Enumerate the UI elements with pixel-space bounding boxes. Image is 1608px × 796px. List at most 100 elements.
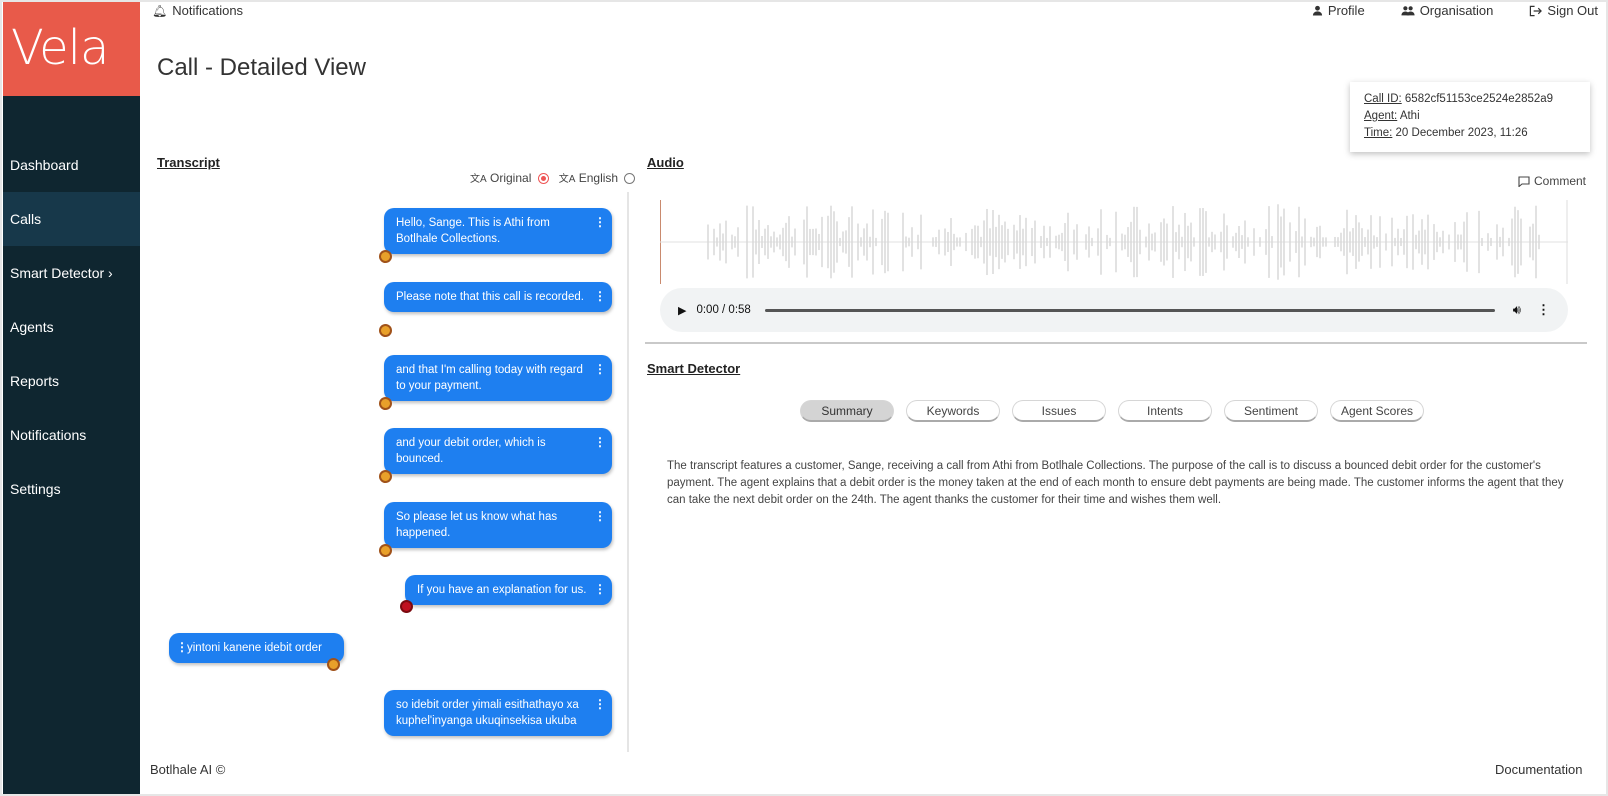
tab-summary[interactable]: Summary bbox=[800, 400, 894, 422]
call-info-card: Call ID: 6582cf51153ce2524e2852a9 Agent:… bbox=[1350, 82, 1590, 152]
sidebar-item-calls[interactable]: Calls bbox=[3, 192, 140, 246]
sidebar-item-settings[interactable]: Settings bbox=[3, 462, 140, 516]
more-options-icon[interactable]: ⋮ bbox=[594, 361, 606, 377]
comment-label: Comment bbox=[1534, 174, 1587, 188]
notifications-link[interactable]: 🔔︎ Notifications bbox=[152, 3, 243, 18]
tab-issues[interactable]: Issues bbox=[1012, 400, 1106, 422]
customer-avatar bbox=[327, 658, 340, 671]
more-options-icon[interactable]: ⋮ bbox=[594, 508, 606, 524]
lang-english-option[interactable]: 文A English bbox=[559, 170, 636, 185]
language-toggle: 文A Original 文A English bbox=[470, 170, 636, 185]
message-bubble[interactable]: Hello, Sange. This is Athi from Botlhale… bbox=[384, 208, 612, 254]
comment-icon bbox=[1518, 175, 1530, 187]
sidebar-item-reports[interactable]: Reports bbox=[3, 354, 140, 408]
time-value: 20 December 2023, 11:26 bbox=[1395, 127, 1528, 139]
more-options-icon[interactable]: ⋮ bbox=[594, 696, 606, 712]
lang-english-radio[interactable] bbox=[624, 173, 636, 185]
message-text: yintoni kanene idebit order bbox=[187, 642, 322, 654]
bell-icon: 🔔︎ bbox=[152, 3, 168, 18]
organisation-label: Organisation bbox=[1419, 3, 1494, 18]
more-options-icon[interactable]: ⋮ bbox=[594, 581, 606, 597]
lang-original-option[interactable]: 文A Original bbox=[470, 170, 549, 185]
transcript-list[interactable]: Hello, Sange. This is Athi from Botlhale… bbox=[140, 192, 630, 752]
profile-label: Profile bbox=[1327, 3, 1365, 18]
time-label: Time: bbox=[1364, 127, 1393, 139]
transcript-title: Transcript bbox=[157, 155, 220, 170]
message-text: Hello, Sange. This is Athi from Botlhale… bbox=[396, 217, 550, 245]
audio-player: ▶ 0:00 / 0:58 🔊︎ ⋮ bbox=[660, 288, 1568, 332]
message-bubble[interactable]: Please note that this call is recorded. … bbox=[384, 282, 612, 312]
message-bubble[interactable]: If you have an explanation for us. ⋮ bbox=[405, 575, 612, 605]
lang-original-radio[interactable] bbox=[537, 173, 549, 185]
smart-detector-title: Smart Detector bbox=[647, 361, 741, 376]
audio-time: 0:00 / 0:58 bbox=[696, 304, 751, 316]
comment-button[interactable]: Comment bbox=[1518, 174, 1586, 188]
agent-avatar bbox=[379, 470, 392, 483]
documentation-link[interactable]: Documentation bbox=[1495, 762, 1582, 777]
message-text: If you have an explanation for us. bbox=[417, 584, 587, 596]
lang-english-label: English bbox=[578, 171, 619, 185]
audio-progress-track[interactable] bbox=[764, 308, 1495, 312]
smart-detector-tabs: Summary Keywords Issues Intents Sentimen… bbox=[800, 400, 1424, 422]
sign-out-label: Sign Out bbox=[1547, 3, 1598, 18]
call-id-value: 6582cf51153ce2524e2852a9 bbox=[1404, 93, 1554, 105]
agent-value: Athi bbox=[1399, 110, 1420, 122]
agent-avatar bbox=[379, 324, 392, 337]
profile-link[interactable]: Profile bbox=[1312, 3, 1365, 18]
call-id-label: Call ID: bbox=[1364, 93, 1402, 105]
message-text: and your debit order, which is bounced. bbox=[396, 437, 546, 465]
play-icon[interactable]: ▶ bbox=[678, 304, 686, 317]
message-text: and that I'm calling today with regard t… bbox=[396, 364, 583, 392]
sign-out-link[interactable]: Sign Out bbox=[1529, 3, 1598, 18]
more-options-icon[interactable]: ⋮ bbox=[594, 288, 606, 304]
top-right-links: Profile Organisation Sign Out bbox=[1312, 3, 1598, 18]
audio-title: Audio bbox=[647, 155, 684, 170]
agent-label: Agent: bbox=[1364, 110, 1398, 122]
tab-intents[interactable]: Intents bbox=[1118, 400, 1212, 422]
user-icon bbox=[1312, 5, 1322, 16]
sidebar-item-smart-detector[interactable]: Smart Detector › bbox=[3, 246, 140, 300]
agent-avatar bbox=[379, 250, 392, 263]
sidebar-item-dashboard[interactable]: Dashboard bbox=[3, 138, 140, 192]
message-text: Please note that this call is recorded. bbox=[396, 291, 584, 303]
message-bubble[interactable]: and that I'm calling today with regard t… bbox=[384, 355, 612, 401]
message-bubble[interactable]: and your debit order, which is bounced. … bbox=[384, 428, 612, 474]
audio-divider bbox=[645, 342, 1587, 344]
sidebar-nav: Dashboard Calls Smart Detector › Agents … bbox=[3, 138, 140, 516]
footer-copyright: Botlhale AI © bbox=[150, 762, 226, 777]
sidebar-item-notifications[interactable]: Notifications bbox=[3, 408, 140, 462]
sidebar-item-agents[interactable]: Agents bbox=[3, 300, 140, 354]
tab-keywords[interactable]: Keywords bbox=[906, 400, 1000, 422]
lang-original-label: Original bbox=[490, 171, 532, 185]
organisation-link[interactable]: Organisation bbox=[1401, 3, 1494, 18]
sign-out-icon bbox=[1530, 5, 1543, 16]
page-title: Call - Detailed View bbox=[157, 54, 366, 81]
translate-icon: 文A bbox=[558, 174, 576, 185]
agent-row: Agent: Athi bbox=[1364, 108, 1590, 125]
time-row: Time: 20 December 2023, 11:26 bbox=[1364, 125, 1590, 142]
logo[interactable]: Vela bbox=[3, 0, 140, 96]
tab-sentiment[interactable]: Sentiment bbox=[1224, 400, 1318, 422]
volume-icon[interactable]: 🔊︎ bbox=[1513, 302, 1521, 318]
message-bubble[interactable]: so idebit order yimali esithathayo xa ku… bbox=[384, 690, 612, 736]
notifications-label: Notifications bbox=[172, 3, 244, 18]
logo-text: Vela bbox=[11, 20, 109, 76]
more-options-icon[interactable]: ⋮ bbox=[176, 639, 188, 655]
call-id-row: Call ID: 6582cf51153ce2524e2852a9 bbox=[1364, 91, 1590, 108]
tab-agent-scores[interactable]: Agent Scores bbox=[1330, 400, 1424, 422]
message-bubble[interactable]: So please let us know what has happened.… bbox=[384, 502, 612, 548]
message-text: so idebit order yimali esithathayo xa ku… bbox=[396, 699, 579, 727]
transcript-divider bbox=[627, 192, 629, 752]
message-bubble[interactable]: ⋮ yintoni kanene idebit order bbox=[169, 633, 344, 663]
translate-icon: 文A bbox=[470, 174, 487, 185]
agent-avatar bbox=[379, 544, 392, 557]
sidebar: Vela Dashboard Calls Smart Detector › Ag… bbox=[3, 0, 140, 796]
audio-waveform[interactable] bbox=[660, 200, 1568, 284]
summary-text: The transcript features a customer, Sang… bbox=[667, 460, 1564, 506]
more-options-icon[interactable]: ⋮ bbox=[594, 214, 606, 230]
more-options-icon[interactable]: ⋮ bbox=[594, 434, 606, 450]
agent-avatar bbox=[379, 397, 392, 410]
topbar: 🔔︎ Notifications Profile Organisation Si… bbox=[140, 0, 1608, 24]
agent-avatar bbox=[400, 600, 413, 613]
audio-more-icon[interactable]: ⋮ bbox=[1537, 302, 1550, 318]
